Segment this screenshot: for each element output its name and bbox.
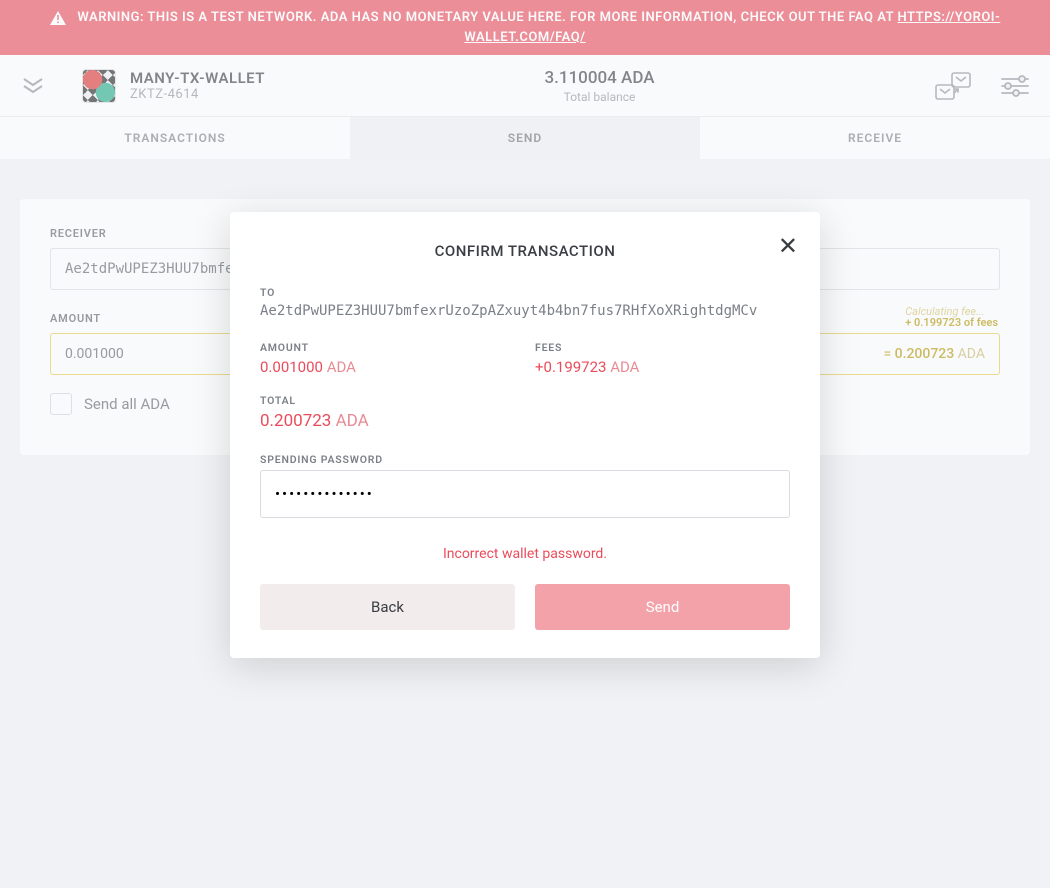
modal-total-label: TOTAL [260, 394, 790, 407]
to-label: TO [260, 286, 790, 299]
modal-title: CONFIRM TRANSACTION [260, 242, 790, 260]
to-address: Ae2tdPwUPEZ3HUU7bmfexrUzoZpAZxuyt4b4bn7f… [260, 303, 790, 319]
modal-total-value: 0.200723 ADA [260, 411, 790, 431]
confirm-transaction-modal: CONFIRM TRANSACTION ✕ TO Ae2tdPwUPEZ3HUU… [230, 212, 820, 658]
modal-amount-label: AMOUNT [260, 341, 515, 354]
close-icon[interactable]: ✕ [778, 234, 798, 258]
send-button[interactable]: Send [535, 584, 790, 630]
modal-fees-value: +0.199723 ADA [535, 358, 790, 376]
spending-password-input[interactable] [260, 470, 790, 518]
modal-fees-label: FEES [535, 341, 790, 354]
spending-password-label: SPENDING PASSWORD [260, 453, 790, 466]
error-message: Incorrect wallet password. [260, 546, 790, 562]
modal-overlay: CONFIRM TRANSACTION ✕ TO Ae2tdPwUPEZ3HUU… [0, 0, 1050, 888]
back-button[interactable]: Back [260, 584, 515, 630]
modal-amount-value: 0.001000 ADA [260, 358, 515, 376]
